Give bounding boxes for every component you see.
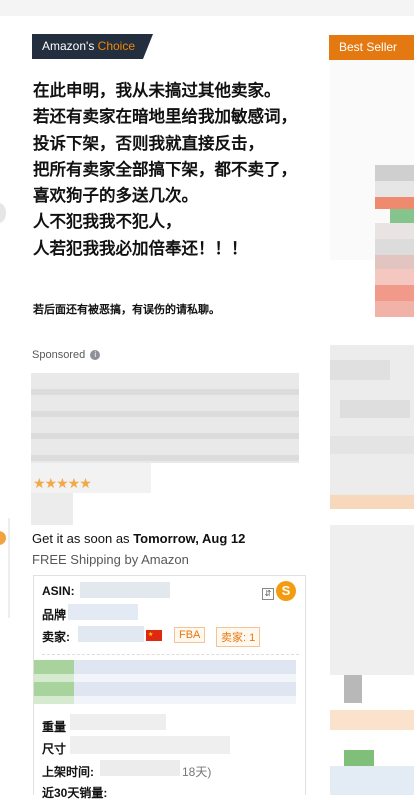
seller-value-blurred[interactable] (78, 626, 144, 642)
seller-info-card: ⇵ S ASIN: 品牌 卖家: ★ FBA 卖家: 1 重量 尺寸 上架时间:… (33, 575, 306, 800)
notice-footnote: 若后面还有被恶搞，有误伤的请私聊。 (33, 303, 220, 316)
listed-value-blurred[interactable] (100, 760, 180, 776)
brand-label: 品牌 (42, 608, 67, 622)
listed-label: 上架时间: (42, 765, 94, 779)
size-value-blurred[interactable] (70, 736, 230, 754)
rank-green-blurred (34, 660, 74, 704)
weight-label: 重量 (42, 720, 67, 734)
divider (42, 654, 299, 655)
carousel-prev-edge[interactable] (0, 203, 6, 223)
choice-prefix: Amazon's (42, 39, 95, 53)
notice-line: 人若犯我我必加倍奉还！！！ (33, 238, 248, 258)
notice-line: 投诉下架，否则我就直接反击， (33, 133, 264, 153)
notice-line: 把所有卖家全部搞下架，都不卖了， (33, 159, 297, 179)
prev-card-badge (0, 531, 6, 545)
delivery-date: Tomorrow, Aug 12 (133, 531, 246, 546)
asin-value-blurred[interactable] (80, 582, 170, 598)
sort-icon[interactable]: ⇵ (262, 588, 274, 600)
weight-value-blurred[interactable] (70, 714, 166, 730)
brand-value-blurred[interactable] (68, 604, 138, 620)
china-flag-icon: ★ (146, 630, 162, 641)
rank-text-blurred[interactable] (74, 660, 296, 704)
fba-tag: FBA (174, 627, 206, 643)
info-icon[interactable]: i (90, 350, 101, 361)
next-product-card[interactable] (330, 60, 414, 795)
notice-line: 若还有卖家在暗地里给我加敏感词， (33, 107, 297, 127)
size-label: 尺寸 (42, 742, 67, 756)
listed-days: 18天) (182, 765, 212, 779)
review-count-blurred[interactable] (31, 493, 73, 525)
seller-notice: 在此申明，我从未搞过其他卖家。 若还有卖家在暗地里给我加敏感词， 投诉下架，否则… (33, 78, 323, 262)
top-strip (0, 0, 414, 16)
rating-stars[interactable]: ★★★★★ (33, 475, 92, 492)
plugin-logo-icon[interactable]: S (276, 581, 296, 601)
notice-line: 人不犯我我不犯人， (33, 212, 182, 232)
best-seller-badge: Best Seller (329, 35, 414, 60)
asin-label: ASIN: (42, 584, 75, 598)
seller-count-tag: 卖家: 1 (216, 627, 261, 647)
sponsored-text: Sponsored (32, 349, 86, 361)
amazons-choice-badge: Amazon's Choice (32, 34, 153, 59)
notice-line: 在此申明，我从未搞过其他卖家。 (33, 81, 281, 100)
choice-accent: Choice (97, 39, 136, 53)
delivery-prefix: Get it as soon as (32, 531, 130, 546)
delivery-info: Get it as soon as Tomorrow, Aug 12 (32, 531, 245, 546)
notice-line: 喜欢狗子的多送几次。 (33, 186, 198, 206)
seller-label: 卖家: (42, 630, 70, 644)
shipping-info: FREE Shipping by Amazon (32, 552, 189, 567)
prev-card-border (8, 518, 10, 618)
sponsored-label[interactable]: Sponsored i (32, 349, 101, 361)
sales-label: 近30天销量: (42, 786, 108, 800)
product-title-blurred[interactable] (31, 373, 299, 463)
